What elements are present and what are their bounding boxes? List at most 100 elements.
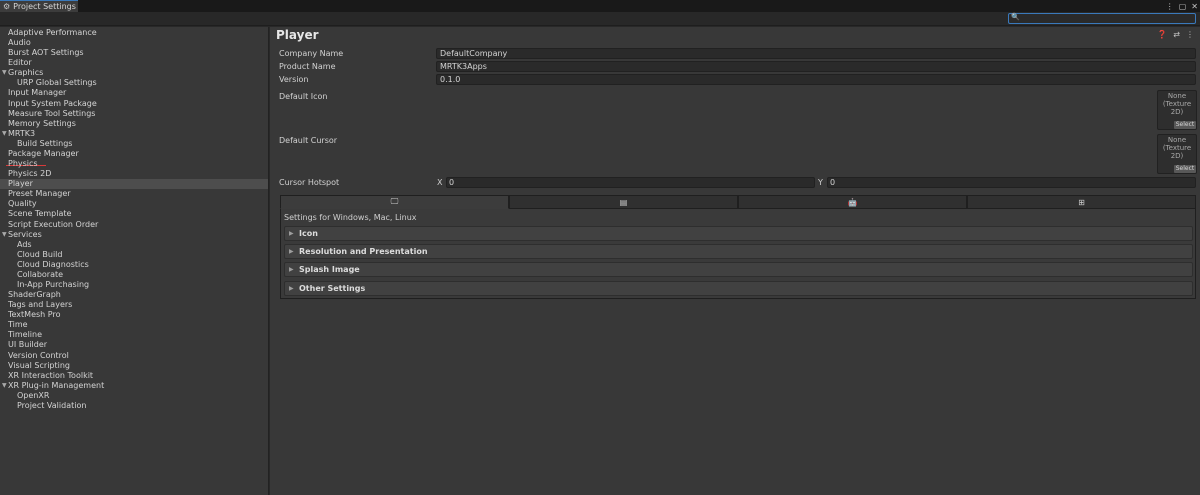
sidebar-item-in-app-purchasing[interactable]: In-App Purchasing	[0, 280, 268, 290]
sidebar-item-input-manager[interactable]: Input Manager	[0, 88, 268, 98]
maximize-icon[interactable]: ▢	[1179, 2, 1187, 11]
sidebar-item-scene-template[interactable]: Scene Template	[0, 209, 268, 219]
sidebar-item-time[interactable]: Time	[0, 320, 268, 330]
project-settings-tab[interactable]: ⚙ Project Settings	[0, 0, 78, 12]
platform-tab-windows[interactable]: ⊞	[967, 195, 1196, 209]
default-icon-label: Default Icon	[279, 92, 328, 101]
sidebar-item-shadergraph[interactable]: ShaderGraph	[0, 290, 268, 300]
monitor-icon: 🖵	[390, 197, 399, 206]
foldout-splash-image[interactable]: ▶ Splash Image	[284, 262, 1193, 278]
foldout-resolution-and-presentation[interactable]: ▶ Resolution and Presentation	[284, 244, 1193, 260]
sidebar-item-memory-settings[interactable]: Memory Settings	[0, 119, 268, 129]
sidebar-item-label: Ads	[17, 239, 32, 249]
sidebar-item-label: Cloud Diagnostics	[17, 259, 89, 269]
sidebar-item-label: Adaptive Performance	[8, 28, 97, 37]
version-field[interactable]: 0.1.0	[436, 74, 1196, 85]
page-title: Player	[276, 28, 319, 42]
sidebar-item-services[interactable]: ▼ Services	[0, 230, 268, 240]
slot-type-text: (Texture 2D)	[1162, 100, 1192, 116]
sidebar-item-graphics[interactable]: ▼ Graphics	[0, 68, 268, 78]
help-icon[interactable]: ❓	[1157, 30, 1167, 39]
expand-arrow-icon[interactable]: ▼	[2, 129, 7, 139]
sidebar-item-cloud-build[interactable]: Cloud Build	[0, 250, 268, 260]
sidebar-item-label: Version Control	[8, 350, 69, 360]
default-cursor-slot[interactable]: None (Texture 2D) Select	[1157, 134, 1197, 174]
sidebar-item-xr-interaction-toolkit[interactable]: XR Interaction Toolkit	[0, 371, 268, 381]
sidebar-item-player[interactable]: Player	[0, 179, 268, 190]
sidebar-item-label: Quality	[8, 199, 37, 209]
sidebar-item-preset-manager[interactable]: Preset Manager	[0, 189, 268, 199]
foldout-label: Resolution and Presentation	[299, 247, 428, 257]
sidebar-item-label: Build Settings	[17, 138, 73, 148]
sidebar-item-audio[interactable]: Audio	[0, 38, 268, 48]
sidebar-item-adaptive-performance[interactable]: Adaptive Performance	[0, 28, 268, 38]
settings-sidebar: Adaptive Performance Audio Burst AOT Setti…	[0, 27, 269, 495]
sidebar-item-ads[interactable]: Ads	[0, 240, 268, 250]
slot-type-text: (Texture 2D)	[1162, 144, 1192, 160]
header-icons: ❓ ⇄ ⋮	[1157, 30, 1194, 39]
sidebar-item-label: Services	[8, 229, 42, 239]
platform-tab-android[interactable]: 🤖	[738, 195, 967, 209]
sidebar-item-input-system-package[interactable]: Input System Package	[0, 99, 268, 109]
platform-tab-server[interactable]: ▤	[509, 195, 738, 209]
sidebar-item-physics-2d[interactable]: Physics 2D	[0, 169, 268, 179]
foldout-arrow-icon: ▶	[289, 284, 294, 292]
sidebar-item-openxr[interactable]: OpenXR	[0, 391, 268, 401]
sidebar-item-project-validation[interactable]: Project Validation	[0, 401, 268, 411]
sidebar-item-label: Scene Template	[8, 209, 72, 219]
hotspot-x-field[interactable]: 0	[446, 177, 815, 188]
foldout-label: Icon	[299, 229, 318, 238]
sidebar-item-collaborate[interactable]: Collaborate	[0, 270, 268, 280]
sidebar-item-label: OpenXR	[17, 390, 50, 400]
platform-settings-panel: Settings for Windows, Mac, Linux ▶ Icon ▶ R…	[280, 209, 1196, 299]
expand-arrow-icon[interactable]: ▼	[2, 68, 7, 78]
sidebar-item-xr-plug-in-management[interactable]: ▼ XR Plug-in Management	[0, 381, 268, 391]
sidebar-item-label: URP Global Settings	[17, 78, 97, 88]
preset-icon[interactable]: ⇄	[1173, 30, 1180, 39]
close-icon[interactable]: ✕	[1191, 2, 1198, 11]
sidebar-item-mrtk3[interactable]: ▼ MRTK3	[0, 129, 268, 139]
sidebar-item-label: Visual Scripting	[8, 360, 70, 370]
sidebar-item-version-control[interactable]: Version Control	[0, 351, 268, 361]
sidebar-item-tags-and-layers[interactable]: Tags and Layers	[0, 300, 268, 310]
sidebar-item-cloud-diagnostics[interactable]: Cloud Diagnostics	[0, 260, 268, 270]
sidebar-item-label: Input System Package	[8, 98, 97, 108]
sidebar-item-script-execution-order[interactable]: Script Execution Order	[0, 220, 268, 230]
default-icon-select-button[interactable]: Select	[1174, 121, 1196, 129]
sidebar-item-label: Package Manager	[8, 148, 79, 158]
sidebar-item-ui-builder[interactable]: UI Builder	[0, 340, 268, 350]
more-icon[interactable]: ⋮	[1186, 30, 1194, 39]
expand-arrow-icon[interactable]: ▼	[2, 230, 7, 240]
sidebar-item-quality[interactable]: Quality	[0, 199, 268, 209]
sidebar-item-label: MRTK3	[8, 128, 36, 138]
sidebar-item-label: Tags and Layers	[8, 300, 73, 310]
sidebar-item-measure-tool-settings[interactable]: Measure Tool Settings	[0, 109, 268, 119]
default-icon-slot[interactable]: None (Texture 2D) Select	[1157, 90, 1197, 130]
foldout-icon[interactable]: ▶ Icon	[284, 226, 1193, 241]
search-input[interactable]: 🔍	[1008, 13, 1196, 24]
hotspot-y-field[interactable]: 0	[827, 177, 1196, 188]
sidebar-item-textmesh-pro[interactable]: TextMesh Pro	[0, 310, 268, 320]
default-cursor-label: Default Cursor	[279, 136, 338, 145]
sidebar-item-editor[interactable]: Editor	[0, 58, 268, 68]
foldout-other-settings[interactable]: ▶ Other Settings	[284, 280, 1193, 296]
sidebar-item-label: Cloud Build	[17, 249, 63, 259]
company-name-field[interactable]: DefaultCompany	[436, 48, 1196, 59]
sidebar-item-package-manager[interactable]: Package Manager	[0, 149, 268, 159]
product-name-field[interactable]: MRTK3Apps	[436, 61, 1196, 72]
version-label: Version	[279, 75, 309, 84]
default-cursor-select-button[interactable]: Select	[1174, 165, 1196, 173]
gear-icon: ⚙	[3, 1, 11, 11]
sidebar-item-visual-scripting[interactable]: Visual Scripting	[0, 361, 268, 371]
more-menu-icon[interactable]: ⋮	[1166, 2, 1174, 11]
title-bar: ⚙ Project Settings ⋮ ▢ ✕	[0, 0, 1200, 12]
sidebar-item-urp-global-settings[interactable]: URP Global Settings	[0, 78, 268, 88]
expand-arrow-icon[interactable]: ▼	[2, 381, 7, 391]
platform-tab-monitor[interactable]: 🖵	[280, 195, 509, 209]
sidebar-item-build-settings[interactable]: Build Settings	[0, 139, 268, 149]
sidebar-item-physics[interactable]: Physics	[0, 159, 268, 169]
sidebar-item-label: Timeline	[8, 330, 43, 340]
sidebar-item-timeline[interactable]: Timeline	[0, 330, 268, 340]
sidebar-item-burst-aot-settings[interactable]: Burst AOT Settings	[0, 48, 268, 58]
hotspot-y-label: Y	[818, 178, 823, 187]
